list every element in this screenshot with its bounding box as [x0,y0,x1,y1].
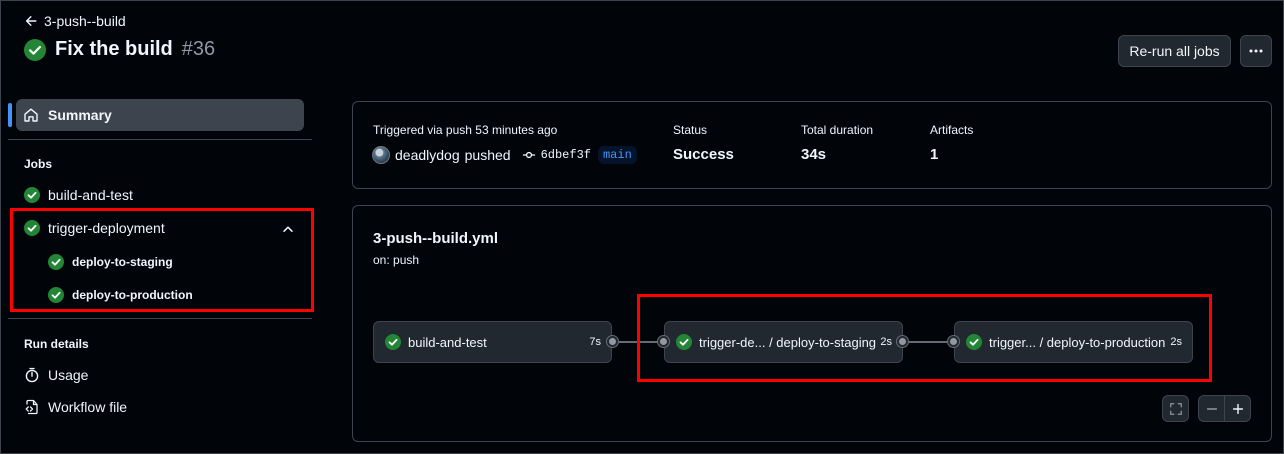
sidebar-item-build-and-test[interactable]: build-and-test [24,187,133,203]
sidebar-divider [8,139,312,140]
run-summary-card [352,101,1272,189]
run-number: #36 [181,38,216,60]
zoom-in-button[interactable] [1224,395,1251,422]
job-label: trigger-deployment [48,220,165,236]
workflow-file-name: 3-push--build.yml [373,230,498,247]
graph-node-deploy-to-staging[interactable]: trigger-de... / deploy-to-staging 2s [664,321,903,363]
artifacts-label: Artifacts [930,123,974,137]
artifacts-value[interactable]: 1 [930,146,938,163]
success-check-icon [48,254,64,270]
back-link[interactable]: 3-push--build [24,13,126,29]
success-check-icon [48,287,64,303]
detail-label: Workflow file [48,399,128,415]
page-title: Fix the build #36 [24,38,215,61]
screen-full-icon [1169,402,1182,415]
graph-port [948,336,959,347]
graph-port [897,336,908,347]
action-text: pushed [464,147,511,163]
duration-label: Total duration [801,123,874,137]
stopwatch-icon [25,367,39,383]
file-code-icon [25,399,38,415]
node-duration: 2s [1170,336,1182,348]
node-label: trigger-de... / deploy-to-staging [699,334,877,350]
home-icon [24,108,38,122]
back-link-label: 3-push--build [44,13,126,29]
success-check-icon [385,334,401,350]
graph-port [658,336,669,347]
job-label: build-and-test [48,187,133,203]
success-check-icon [24,220,40,236]
chevron-up-icon[interactable] [281,222,295,236]
branch-label[interactable]: main [597,146,637,164]
git-commit-icon [522,151,535,159]
rerun-all-jobs-button[interactable]: Re-run all jobs [1118,35,1231,67]
sidebar-item-deploy-to-production[interactable]: deploy-to-production [48,287,193,303]
minus-icon [1206,407,1217,410]
detail-label: Usage [48,367,89,383]
node-label: build-and-test [408,334,487,350]
success-check-icon [24,187,40,203]
status-value: Success [673,146,734,163]
job-label: deploy-to-staging [72,255,173,269]
sidebar-item-summary[interactable]: Summary [16,99,304,131]
graph-port [607,336,618,347]
actor-name[interactable]: deadlydog [395,147,460,163]
sidebar-divider [8,318,312,319]
plus-icon [1232,403,1243,414]
arrow-left-icon [25,16,37,26]
success-check-icon [676,334,692,350]
push-info: deadlydog pushed 6dbef3f main [372,146,637,164]
sidebar-item-workflow-file[interactable]: Workflow file [24,399,127,415]
success-check-icon [966,334,982,350]
sidebar-item-usage[interactable]: Usage [24,367,88,383]
status-label: Status [673,123,708,137]
success-check-icon [24,38,46,61]
sidebar-item-label: Summary [48,107,112,123]
node-duration: 7s [589,336,601,348]
more-options-button[interactable] [1240,35,1272,67]
duration-value[interactable]: 34s [801,146,826,163]
fullscreen-button[interactable] [1162,395,1189,422]
graph-node-build-and-test[interactable]: build-and-test 7s [373,321,612,363]
node-duration: 2s [880,336,892,348]
active-indicator [8,103,12,127]
jobs-heading: Jobs [24,157,53,171]
run-title: Fix the build [55,38,173,60]
node-label: trigger... / deploy-to-production [989,334,1166,350]
zoom-out-button[interactable] [1198,395,1225,422]
workflow-trigger: on: push [373,253,420,267]
sidebar-item-deploy-to-staging[interactable]: deploy-to-staging [48,254,173,270]
graph-node-deploy-to-production[interactable]: trigger... / deploy-to-production 2s [954,321,1193,363]
avatar[interactable] [372,146,390,164]
job-label: deploy-to-production [72,288,193,302]
kebab-horizontal-icon [1249,49,1263,53]
commit-sha[interactable]: 6dbef3f [541,148,591,162]
trigger-text: Triggered via push 53 minutes ago [373,123,558,137]
run-details-heading: Run details [24,337,89,351]
sidebar-item-trigger-deployment[interactable]: trigger-deployment [24,220,165,236]
